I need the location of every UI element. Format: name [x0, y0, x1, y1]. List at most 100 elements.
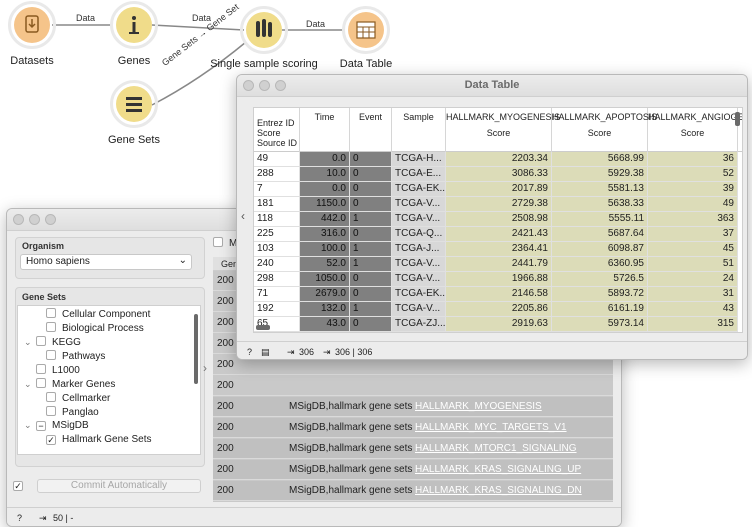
column-header[interactable]: HALLMARK_ANGIOGE Score	[648, 108, 742, 152]
tree-item-checkbox[interactable]	[46, 308, 56, 318]
output-summary: 50 | -	[53, 513, 74, 523]
table-cell: 0	[350, 227, 392, 242]
gene-set-name-link[interactable]: HALLMARK_KRAS_SIGNALING_UP	[415, 464, 581, 475]
tree-item[interactable]: Cellmarker	[46, 392, 110, 406]
table-cell: 1	[350, 242, 392, 257]
gene-set-name-link[interactable]: HALLMARK_MTORC1_SIGNALING	[415, 443, 577, 454]
tree-item[interactable]: Biological Process	[46, 322, 144, 336]
table-row[interactable]: 71 2679.0 0 TCGA-EK... 2146.58 5893.72 31	[254, 287, 742, 302]
tree-item-checkbox[interactable]: −	[36, 421, 46, 431]
table-row[interactable]: 240 52.0 1 TCGA-V... 2441.79 6360.95 51	[254, 257, 742, 272]
tree-item[interactable]: Cellular Component	[46, 308, 150, 322]
table-row[interactable]: 225 316.0 0 TCGA-Q... 2421.43 5687.64 37	[254, 227, 742, 242]
column-header[interactable]: Time	[300, 108, 350, 152]
report-icon[interactable]: ▤	[261, 347, 270, 358]
table-cell: 181	[254, 197, 300, 212]
tree-item-checkbox[interactable]	[36, 378, 46, 388]
tree-item[interactable]: ⌄ − MSigDB	[24, 420, 89, 434]
gene-set-name-link[interactable]: HALLMARK_MYC_TARGETS_V1	[415, 422, 567, 433]
chevron-down-icon[interactable]: ⌄	[24, 420, 36, 431]
chevron-down-icon[interactable]: ⌄	[24, 337, 36, 348]
tree-item-checkbox[interactable]	[36, 336, 46, 346]
table-row[interactable]: 103 100.0 1 TCGA-J... 2364.41 6098.87 45	[254, 242, 742, 257]
collection-cell: MSigDB,hallmark gene sets	[289, 464, 413, 475]
link-label-datasets-genes: Data	[76, 13, 96, 23]
gene-count-cell: 200	[217, 401, 234, 412]
zoom-window-button[interactable]	[45, 214, 56, 225]
organism-select[interactable]: Homo sapiens ⌄	[20, 254, 192, 270]
tree-item-checkbox[interactable]	[36, 364, 46, 374]
column-header[interactable]: HALLMARK_APOPTOSIS Score	[552, 108, 657, 152]
table-cell: TCGA-EK...	[392, 287, 446, 302]
window-title: Data Table	[464, 79, 520, 91]
chevron-down-icon[interactable]: ⌄	[24, 379, 36, 390]
data-table-grid[interactable]: Entrez ID Score Source ID Time Event Sample HA…	[253, 107, 743, 333]
data-table-window[interactable]: Data Table ‹ Entrez ID Score Source ID Time…	[236, 74, 748, 360]
tree-scrollbar[interactable]	[194, 314, 198, 384]
input-summary: 306	[299, 347, 315, 357]
gene-sets-tree[interactable]: Cellular Component Biological Process ⌄ KEG…	[17, 305, 201, 455]
help-icon[interactable]: ?	[17, 513, 22, 523]
commit-checkbox[interactable]: ✓	[13, 481, 23, 491]
gene-sets-status-bar: ? ⇥ 50 | -	[7, 507, 621, 526]
table-row[interactable]: 200 MSigDB,hallmark gene sets HALLMARK_KRA…	[213, 460, 613, 480]
table-cell: 2364.41	[446, 242, 552, 257]
data-table-titlebar[interactable]: Data Table	[237, 75, 747, 97]
close-window-button[interactable]	[13, 214, 24, 225]
tree-item-checkbox[interactable]: ✓	[46, 435, 56, 445]
commit-button[interactable]: Commit Automatically	[37, 479, 201, 493]
table-cell: 0	[350, 317, 392, 332]
table-row[interactable]: 200 MSigDB,hallmark gene sets HALLMARK_MYO…	[213, 397, 613, 417]
table-row[interactable]: 192 132.0 1 TCGA-V... 2205.86 6161.19 43	[254, 302, 742, 317]
table-cell: 45	[648, 242, 738, 257]
table-cell: 5929.38	[552, 167, 648, 182]
tree-item-checkbox[interactable]	[46, 392, 56, 402]
tree-item[interactable]: ⌄ KEGG	[24, 336, 81, 350]
gene-set-name-link[interactable]: HALLMARK_MYOGENESIS	[415, 401, 542, 412]
input-arrow-icon: ⇥	[287, 347, 295, 357]
table-cell: 43.0	[300, 317, 350, 332]
table-cell: 7	[254, 182, 300, 197]
chevron-left-icon[interactable]: ‹	[241, 209, 245, 223]
tree-item-checkbox[interactable]	[46, 406, 56, 416]
table-row[interactable]: 49 0.0 0 TCGA-H... 2203.34 5668.99 36	[254, 152, 742, 167]
tree-item-label: L1000	[52, 365, 80, 376]
vertical-scrollbar[interactable]	[735, 112, 740, 126]
table-row[interactable]: 7 0.0 0 TCGA-EK... 2017.89 5581.13 39	[254, 182, 742, 197]
table-row[interactable]: 118 442.0 1 TCGA-V... 2508.98 5555.11 363	[254, 212, 742, 227]
tree-item[interactable]: ⌄ Marker Genes	[24, 378, 115, 392]
table-row[interactable]: 200 MSigDB,hallmark gene sets HALLMARK_KRA…	[213, 481, 613, 501]
help-icon[interactable]: ?	[247, 347, 252, 357]
corner-header: Entrez ID Score Source ID	[254, 108, 300, 152]
tree-item-checkbox[interactable]	[46, 322, 56, 332]
table-row[interactable]: 65 43.0 0 TCGA-ZJ... 2919.63 5973.14 315	[254, 317, 742, 332]
table-row[interactable]: 288 10.0 0 TCGA-E... 3086.33 5929.38 52	[254, 167, 742, 182]
table-cell: TCGA-V...	[392, 302, 446, 317]
tree-item-checkbox[interactable]	[46, 350, 56, 360]
chevron-right-icon[interactable]: ›	[203, 361, 207, 375]
table-row[interactable]: 181 1150.0 0 TCGA-V... 2729.38 5638.33 49	[254, 197, 742, 212]
column-header[interactable]: Event	[350, 108, 392, 152]
chevron-down-icon: ⌄	[178, 255, 187, 266]
tree-item[interactable]: ✓ Hallmark Gene Sets	[46, 434, 151, 448]
tree-item[interactable]: Pathways	[46, 350, 105, 364]
table-cell: 0	[350, 182, 392, 197]
horizontal-scrollbar[interactable]	[256, 325, 270, 330]
min-count-checkbox[interactable]	[213, 237, 223, 247]
tree-item-label: Panglao	[62, 407, 99, 418]
table-cell: 1150.0	[300, 197, 350, 212]
table-cell: 5973.14	[552, 317, 648, 332]
tree-item[interactable]: L1000	[24, 364, 80, 378]
table-row[interactable]: 200	[213, 376, 613, 396]
table-row[interactable]: 200 MSigDB,hallmark gene sets HALLMARK_MYC…	[213, 418, 613, 438]
table-cell: 52.0	[300, 257, 350, 272]
table-cell: 118	[254, 212, 300, 227]
table-row[interactable]: 298 1050.0 0 TCGA-V... 1966.88 5726.5 24	[254, 272, 742, 287]
tree-item[interactable]: Panglao	[46, 406, 99, 420]
gene-set-name-link[interactable]: HALLMARK_KRAS_SIGNALING_DN	[415, 485, 582, 496]
column-header[interactable]: HALLMARK_MYOGENESIS Score	[446, 108, 560, 152]
gene-count-cell: 200	[217, 380, 234, 391]
column-header[interactable]: Sample	[392, 108, 446, 152]
table-row[interactable]: 200 MSigDB,hallmark gene sets HALLMARK_MTO…	[213, 439, 613, 459]
minimize-window-button[interactable]	[29, 214, 40, 225]
